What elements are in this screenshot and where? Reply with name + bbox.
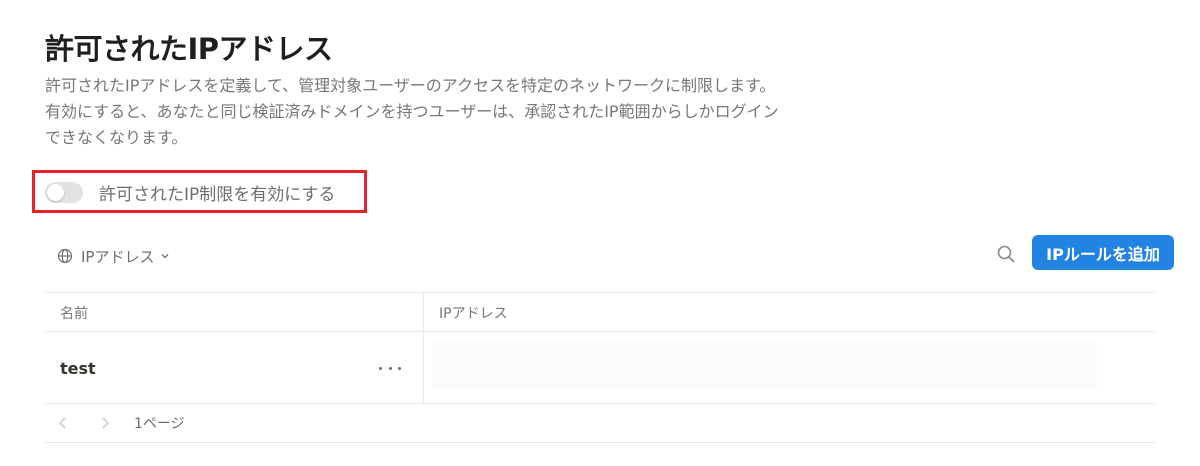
table-divider bbox=[45, 331, 1155, 332]
more-dot bbox=[388, 366, 392, 370]
more-dot bbox=[398, 366, 401, 370]
column-header-name: 名前 bbox=[60, 306, 88, 322]
row-more-options-button[interactable] bbox=[379, 361, 401, 375]
ip-restriction-toggle-label: 許可されたIP制限を有効にする bbox=[99, 184, 336, 205]
search-button[interactable] bbox=[995, 243, 1017, 265]
filter-label: IPアドレス bbox=[81, 247, 155, 266]
page-description: 許可されたIPアドレスを定義して、管理対象ユーザーのアクセスを特定のネットワーク… bbox=[45, 73, 885, 151]
globe-icon bbox=[57, 248, 73, 264]
toggle-knob bbox=[47, 183, 64, 201]
table-divider bbox=[45, 292, 1155, 293]
next-page-button[interactable] bbox=[98, 416, 112, 430]
table-row-name[interactable]: test bbox=[60, 359, 96, 378]
description-line: 有効にすると、あなたと同じ検証済みドメインを持つユーザーは、承認されたIP範囲か… bbox=[45, 102, 779, 121]
page-title: 許可されたIPアドレス bbox=[45, 32, 333, 66]
ip-restriction-toggle[interactable] bbox=[45, 181, 83, 203]
table-row-ip-address[interactable] bbox=[433, 340, 1097, 390]
description-line: できなくなります。 bbox=[45, 128, 188, 147]
pagination: 1ページ bbox=[45, 404, 1155, 442]
more-dot bbox=[379, 366, 382, 370]
add-ip-rule-button[interactable]: IPルールを追加 bbox=[1032, 235, 1174, 270]
table-divider bbox=[45, 442, 1155, 443]
description-line: 許可されたIPアドレスを定義して、管理対象ユーザーのアクセスを特定のネットワーク… bbox=[45, 76, 776, 95]
search-icon bbox=[996, 244, 1016, 264]
chevron-down-icon bbox=[159, 250, 171, 262]
ip-restriction-toggle-row[interactable]: 許可されたIP制限を有効にする bbox=[45, 179, 335, 205]
column-header-ip-address: IPアドレス bbox=[439, 306, 508, 322]
ip-address-filter-dropdown[interactable]: IPアドレス bbox=[57, 244, 171, 268]
previous-page-button[interactable] bbox=[56, 416, 70, 430]
column-divider bbox=[423, 292, 424, 404]
page-indicator: 1ページ bbox=[134, 416, 185, 432]
